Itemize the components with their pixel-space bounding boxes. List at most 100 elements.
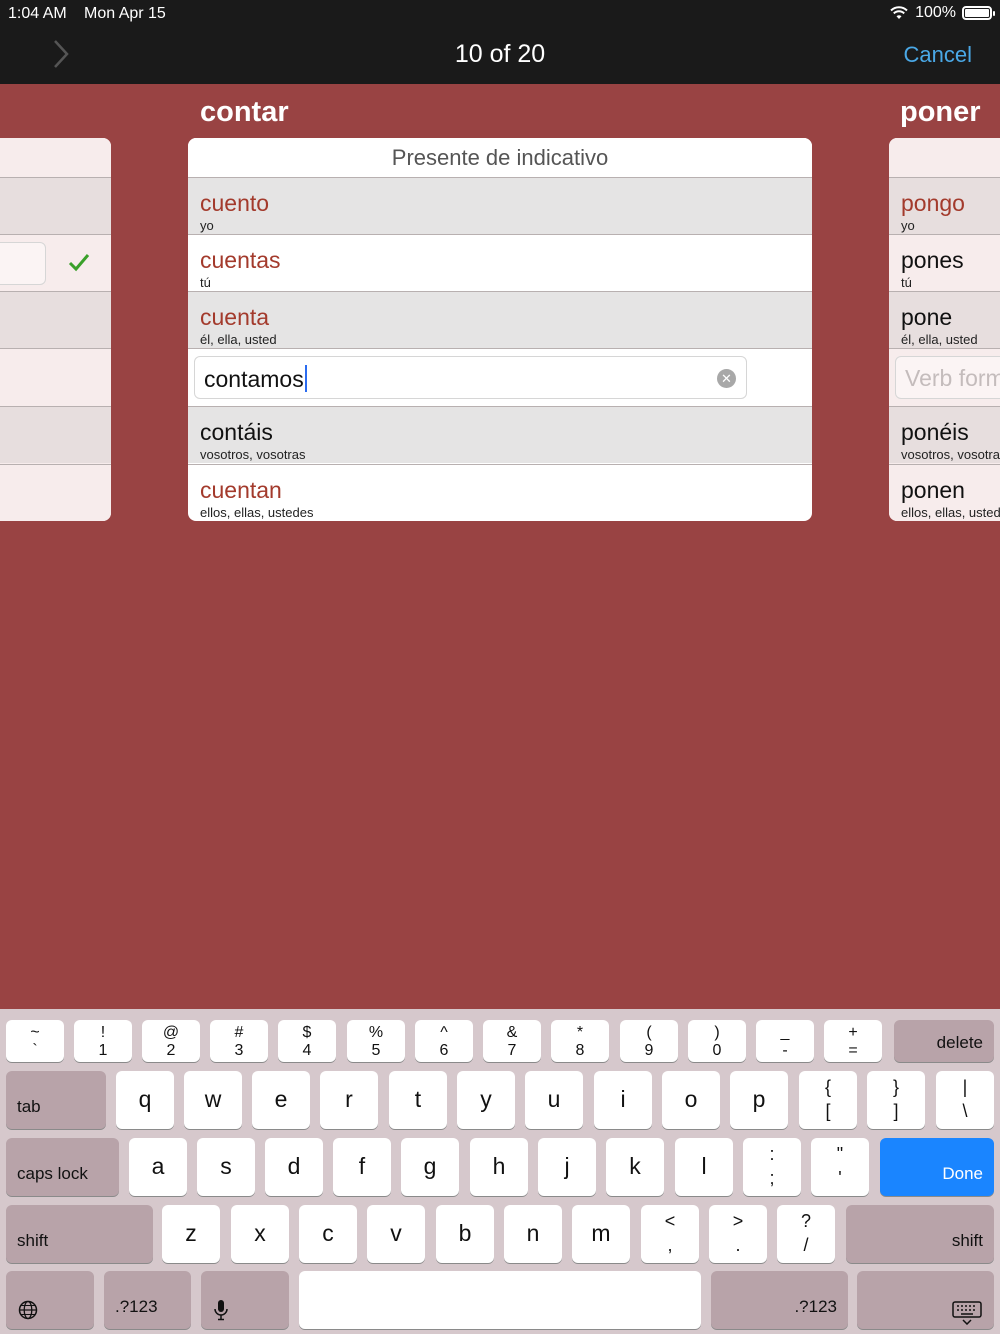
key-0[interactable]: ) 0 xyxy=(688,1020,746,1062)
dictation-key[interactable] xyxy=(201,1271,289,1329)
tab-key[interactable]: tab xyxy=(6,1071,106,1129)
key-3[interactable]: #3 xyxy=(210,1020,268,1062)
key-i[interactable]: i xyxy=(594,1071,652,1129)
verb-form: cuento xyxy=(200,190,270,216)
key-equals[interactable]: + = xyxy=(824,1020,882,1062)
globe-key[interactable] xyxy=(6,1271,94,1329)
shift-left-key[interactable]: shift xyxy=(6,1205,153,1263)
delete-key[interactable]: delete xyxy=(894,1020,994,1062)
key-c[interactable]: c xyxy=(299,1205,357,1263)
key-backslash[interactable]: | \ xyxy=(936,1071,994,1129)
text-cursor xyxy=(304,365,307,392)
caps-lock-key[interactable]: caps lock xyxy=(6,1138,119,1196)
key-z[interactable]: z xyxy=(162,1205,220,1263)
numbers-key-left[interactable]: .?123 xyxy=(104,1271,191,1329)
key-g[interactable]: g xyxy=(401,1138,459,1196)
status-indicators: 100% xyxy=(889,4,995,22)
table-row xyxy=(0,291,111,348)
shift-right-key[interactable]: shift xyxy=(846,1205,994,1263)
microphone-icon xyxy=(214,1300,228,1321)
verb-form-input[interactable]: contamos ✕ xyxy=(194,356,747,399)
key-8[interactable]: * 8 xyxy=(551,1020,609,1062)
verb-form: ponéis xyxy=(901,419,969,445)
key-y[interactable]: y xyxy=(457,1071,515,1129)
wifi-icon xyxy=(890,6,908,19)
key-e[interactable]: e xyxy=(252,1071,310,1129)
previous-conjugation-card[interactable] xyxy=(0,138,111,521)
table-row: contamos ✕ xyxy=(188,348,812,405)
key-7[interactable]: & 7 xyxy=(483,1020,541,1062)
key-a[interactable]: a xyxy=(129,1138,187,1196)
cancel-button[interactable]: Cancel xyxy=(904,42,972,68)
space-bar[interactable] xyxy=(299,1271,701,1329)
pronoun-label: yo xyxy=(200,218,214,233)
pronoun-label: ellos, ellas, ustedes xyxy=(901,505,1000,520)
key-period[interactable]: >. xyxy=(709,1205,767,1263)
key-b[interactable]: b xyxy=(436,1205,494,1263)
key-f[interactable]: f xyxy=(333,1138,391,1196)
key-1[interactable]: ! 1 xyxy=(74,1020,132,1062)
key-w[interactable]: w xyxy=(184,1071,242,1129)
key-n[interactable]: n xyxy=(504,1205,562,1263)
key-9[interactable]: (9 xyxy=(620,1020,678,1062)
pronoun-label: vosotros, vosotras xyxy=(200,447,306,462)
key-4[interactable]: $4 xyxy=(278,1020,336,1062)
key-q[interactable]: q xyxy=(116,1071,174,1129)
table-row xyxy=(0,406,111,463)
key-x[interactable]: x xyxy=(231,1205,289,1263)
key-u[interactable]: u xyxy=(525,1071,583,1129)
status-date: Mon Apr 15 xyxy=(84,5,166,22)
key-k[interactable]: k xyxy=(606,1138,664,1196)
table-row xyxy=(0,234,111,291)
answer-field[interactable] xyxy=(0,242,46,285)
key-bracket-right[interactable]: }] xyxy=(867,1071,925,1129)
key-m[interactable]: m xyxy=(572,1205,630,1263)
verb-form: cuenta xyxy=(200,304,270,330)
key-slash[interactable]: ? / xyxy=(777,1205,835,1263)
key-r[interactable]: r xyxy=(320,1071,378,1129)
pronoun-label: tú xyxy=(901,275,912,290)
key-quote[interactable]: " ' xyxy=(811,1138,869,1196)
pronoun-label: él, ella, usted xyxy=(200,332,277,347)
key-o[interactable]: o xyxy=(662,1071,720,1129)
table-row xyxy=(0,177,111,234)
key-d[interactable]: d xyxy=(265,1138,323,1196)
verb-form: contáis xyxy=(200,419,273,445)
key-2[interactable]: @2 xyxy=(142,1020,200,1062)
table-row: contáis vosotros, vosotras xyxy=(188,406,812,463)
table-row: ponéis vosotros, vosotras xyxy=(889,406,1000,463)
pronoun-label: tú xyxy=(200,275,211,290)
keyboard-dismiss-icon xyxy=(952,1301,982,1325)
key-minus[interactable]: _ - xyxy=(756,1020,814,1062)
table-row: Verb form xyxy=(889,348,1000,405)
verb-form: pongo xyxy=(901,190,965,216)
next-conjugation-card[interactable]: pongo yo pones tú pone él, ella, usted V… xyxy=(889,138,1000,521)
key-semicolon[interactable]: :; xyxy=(743,1138,801,1196)
key-bracket-left[interactable]: {[ xyxy=(799,1071,857,1129)
key-s[interactable]: s xyxy=(197,1138,255,1196)
hide-keyboard-key[interactable] xyxy=(857,1271,994,1329)
key-l[interactable]: l xyxy=(675,1138,733,1196)
key-tilde[interactable]: ~ ` xyxy=(6,1020,64,1062)
done-key[interactable]: Done xyxy=(880,1138,994,1196)
table-row: cuentan ellos, ellas, ustedes xyxy=(188,464,812,521)
key-t[interactable]: t xyxy=(389,1071,447,1129)
key-6[interactable]: ^ 6 xyxy=(415,1020,473,1062)
verb-heading-current: contar xyxy=(200,96,289,128)
key-h[interactable]: h xyxy=(470,1138,528,1196)
verb-form: pone xyxy=(901,304,953,330)
key-j[interactable]: j xyxy=(538,1138,596,1196)
battery-percent: 100% xyxy=(915,4,956,21)
key-p[interactable]: p xyxy=(730,1071,788,1129)
table-row: cuentas tú xyxy=(188,234,812,291)
key-comma[interactable]: <, xyxy=(641,1205,699,1263)
key-5[interactable]: % 5 xyxy=(347,1020,405,1062)
key-v[interactable]: v xyxy=(367,1205,425,1263)
card-header xyxy=(0,138,111,177)
verb-heading-next: poner xyxy=(900,96,981,128)
verb-form-input[interactable]: Verb form xyxy=(895,356,1000,399)
verb-form: cuentan xyxy=(200,477,282,503)
numbers-key-right[interactable]: .?123 xyxy=(711,1271,848,1329)
checkmark-icon xyxy=(68,254,90,272)
clear-icon[interactable]: ✕ xyxy=(717,369,736,388)
